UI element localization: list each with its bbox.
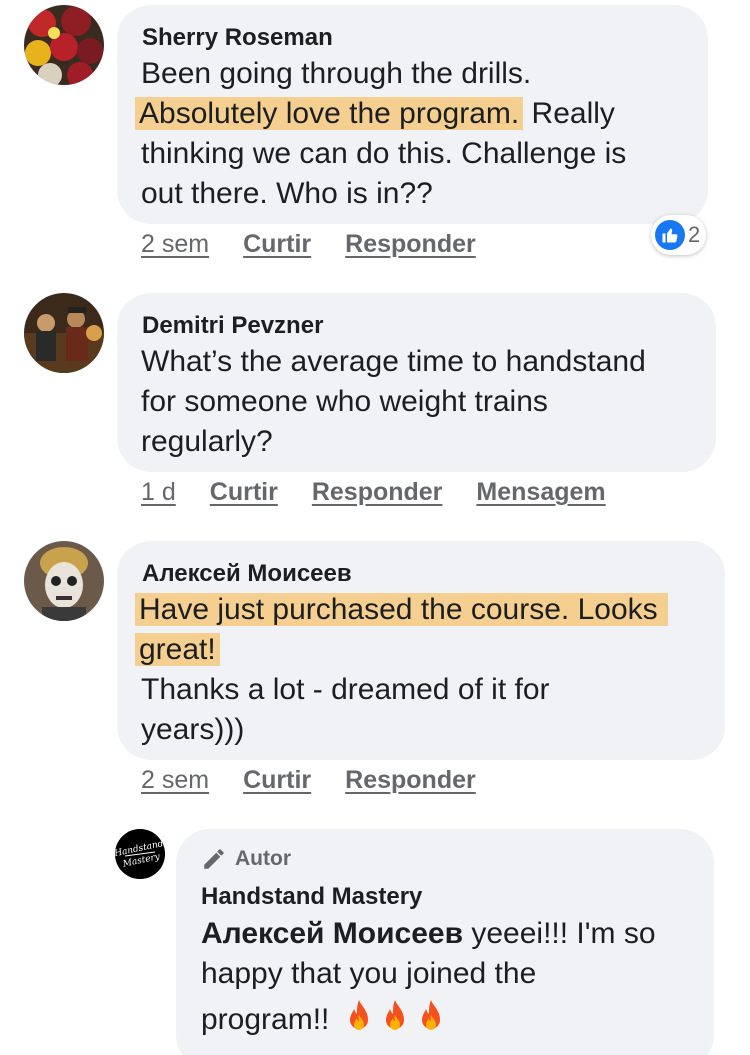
face-paint-avatar-image [24,541,104,621]
comment-author[interactable]: Demitri Pevzner [142,312,323,340]
comment-line: What’s the average time to handstand [141,345,646,378]
band-photo-avatar-image [24,293,104,373]
thumbs-up-icon [655,220,685,250]
comment-line: regularly? [141,425,273,458]
comment-actions: 2 sem Curtir Responder [141,766,476,795]
comment-line: Been going through the drills. [141,54,626,94]
highlighted-text: great! [135,633,220,666]
reply-button[interactable]: Responder [345,230,476,259]
comment-actions: 2 sem Curtir Responder [141,230,476,259]
timestamp-link[interactable]: 2 sem [141,230,209,259]
author-badge: Autor [201,846,291,872]
avatar-demitri-pevzner[interactable] [24,293,104,373]
reply-button[interactable]: Responder [312,478,443,507]
comment-text: Have just purchased the course. Looks gr… [135,590,668,750]
like-button[interactable]: Curtir [210,478,278,507]
timestamp-link[interactable]: 2 sem [141,766,209,795]
reply-button[interactable]: Responder [345,766,476,795]
comment-line: for someone who weight trains [141,385,548,418]
comment-line: out there. Who is in?? [141,174,626,214]
comment-text: Been going through the drills. Absolutel… [135,54,626,214]
author-badge-label: Autor [235,847,291,870]
comment-line: Have just purchased the course. Looks [135,590,668,630]
comment-line: Absolutely love the program. Really [135,94,626,134]
like-button[interactable]: Curtir [243,766,311,795]
highlighted-text: Have just purchased the course. Looks [135,593,668,626]
message-button[interactable]: Mensagem [476,478,605,507]
avatar-handstand-mastery[interactable]: Handstand Mastery [115,829,165,879]
fire-icon [385,1000,404,1030]
avatar-aleksey-moiseev[interactable] [24,541,104,621]
comment-line: great! [135,630,668,670]
comment-line-text: out there. Who is in?? [141,177,433,210]
reaction-summary[interactable]: 2 [651,215,707,255]
highlighted-text: Absolutely love the program. [135,97,524,130]
comment-line: thinking we can do this. Challenge is [141,134,626,174]
reply-line-text: program!! [201,1003,330,1036]
reply-line: Алексей Моисеев yeeei!!! I'm so [201,914,656,954]
flowers-avatar-image [24,5,104,85]
comment-line-text: Really [523,97,615,130]
pencil-icon [204,849,224,869]
like-button[interactable]: Curtir [243,230,311,259]
comment-line: Thanks a lot - dreamed of it for [141,673,550,706]
fire-icon [349,1000,368,1030]
timestamp-link[interactable]: 1 d [141,478,176,507]
comment-line-text: thinking we can do this. Challenge is [141,137,627,170]
avatar-sherry-roseman[interactable] [24,5,104,85]
reaction-count: 2 [688,222,701,247]
fire-icon [421,1000,440,1030]
reply-author[interactable]: Handstand Mastery [201,883,422,911]
reply-line: program!! [201,994,656,1046]
comment-line: years))) [141,713,245,746]
comment-text: What’s the average time to handstand for… [141,342,646,462]
reply-text: Алексей Моисеев yeeei!!! I'm so happy th… [201,914,656,1046]
comment-actions: 1 d Curtir Responder Mensagem [141,478,606,507]
comment-author[interactable]: Алексей Моисеев [142,560,352,588]
handstand-mastery-logo: Handstand Mastery [115,829,165,879]
reply-line: happy that you joined the [201,957,537,990]
comment-line-text: Been going through the drills. [141,57,532,90]
reply-line-text: yeeei!!! I'm so [463,917,656,950]
mention-link[interactable]: Алексей Моисеев [201,917,463,950]
comment-author[interactable]: Sherry Roseman [142,24,333,52]
